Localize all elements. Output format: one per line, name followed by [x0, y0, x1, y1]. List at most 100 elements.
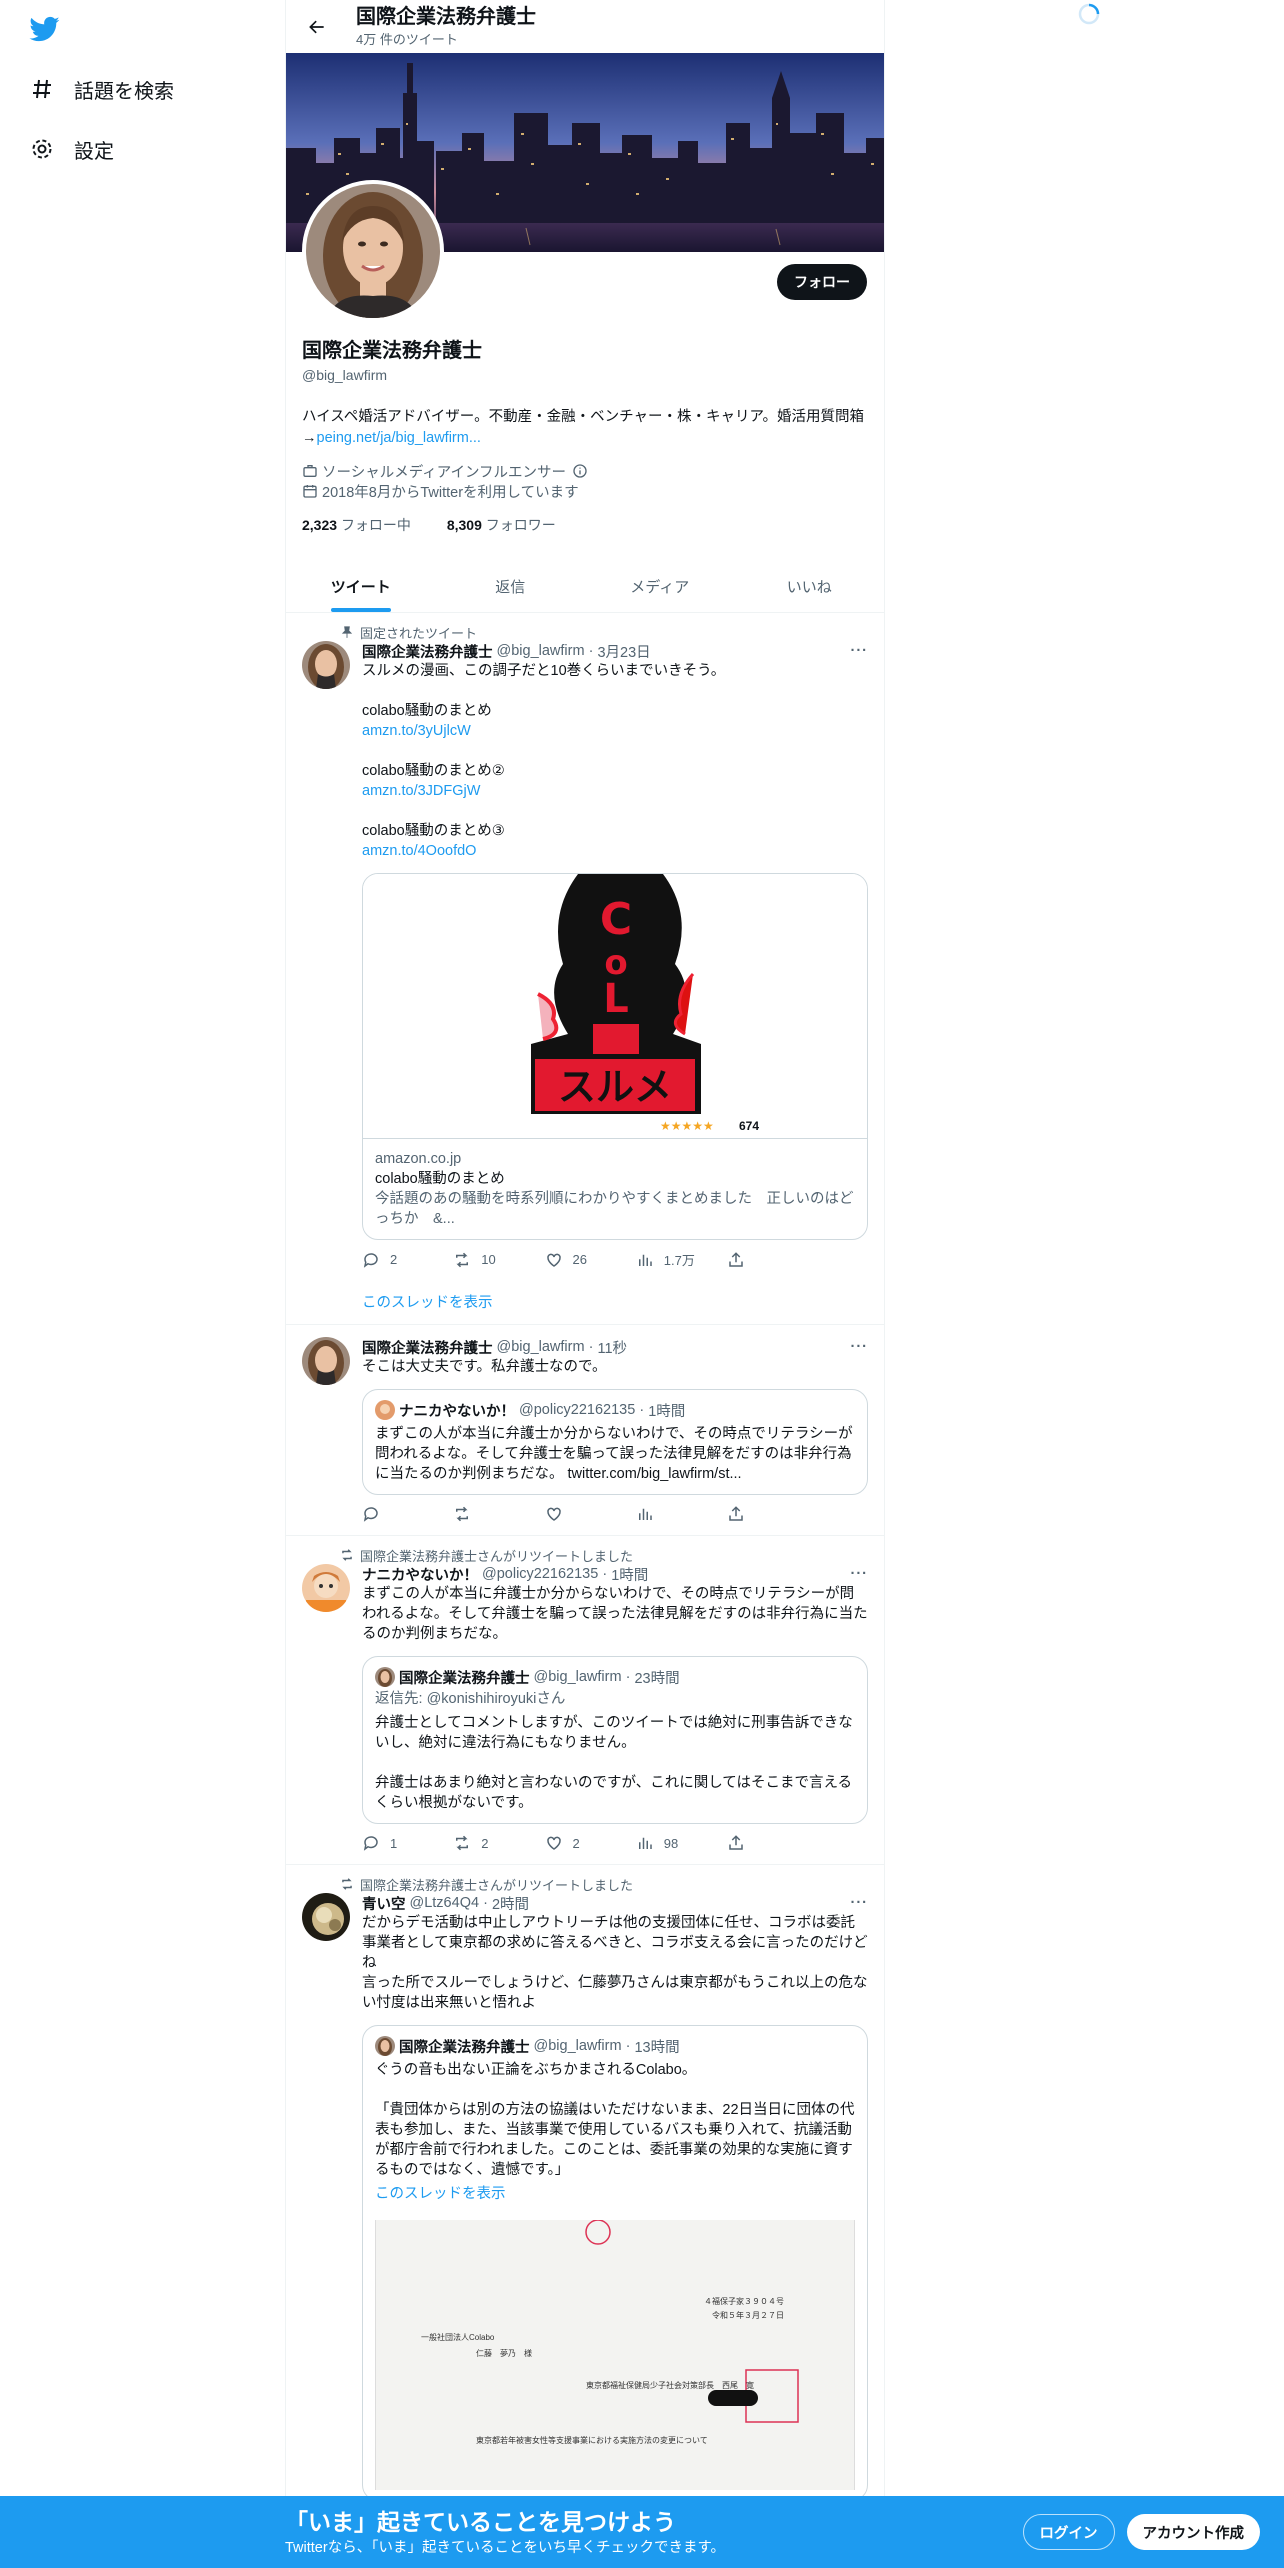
info-icon[interactable] — [572, 463, 588, 479]
more-icon[interactable]: ··· — [851, 643, 869, 659]
profile-tabs: ツイート 返信 メディア いいね — [286, 561, 884, 613]
reply-count: 2 — [390, 1252, 398, 1267]
profile-name: 国際企業法務弁護士 — [302, 340, 482, 362]
tweet-time[interactable]: 1時間 — [611, 1564, 648, 1585]
view-count: 1.7万 — [663, 1253, 695, 1268]
profile-joined: 2018年8月からTwitterを利用しています — [322, 484, 579, 501]
card-description: 今話題のあの騒動を時系列順にわかりやすくまとめました 正しいのはどっちか &..… — [375, 1191, 854, 1227]
quoted-author-name: 国際企業法務弁護士 — [399, 2039, 530, 2056]
share-button[interactable] — [727, 1834, 787, 1852]
nav-explore[interactable]: 話題を検索 — [28, 60, 285, 118]
quoted-time: 1時間 — [648, 1403, 686, 1420]
author-name[interactable]: 青い空 — [362, 1893, 406, 1914]
heart-icon — [546, 1253, 561, 1267]
heart-icon — [546, 1836, 561, 1850]
tab-replies[interactable]: 返信 — [436, 561, 586, 612]
svg-text:★★★★★: ★★★★★ — [660, 1119, 714, 1133]
author-handle[interactable]: @big_lawfirm — [497, 1339, 585, 1355]
tweet-4[interactable]: 国際企業法務弁護士さんがリツイートしました 青い空 @Ltz64Q4 · 2時間… — [286, 1865, 884, 2513]
bio-link[interactable]: peing.net/ja/big_lawfirm... — [317, 430, 481, 446]
author-name[interactable]: 国際企業法務弁護士 — [362, 1337, 493, 1358]
like-button[interactable]: 26 — [545, 1250, 605, 1269]
show-thread-link[interactable]: このスレッドを表示 — [375, 2186, 506, 2202]
author-handle[interactable]: @big_lawfirm — [497, 643, 585, 659]
tweet-time[interactable]: 11秒 — [597, 1337, 627, 1358]
like-button[interactable]: 2 — [545, 1834, 605, 1852]
quoted-tweet[interactable]: ナニカやないか！ @policy22162135 · 1時間 まずこの人が本当に… — [362, 1389, 868, 1495]
like-button[interactable] — [545, 1505, 605, 1523]
share-button[interactable] — [727, 1250, 787, 1269]
nav-settings[interactable]: 設定 — [28, 120, 285, 178]
tweet-text: そこは大丈夫です。私弁護士なので。 — [362, 1359, 607, 1375]
tweet-pinned[interactable]: 固定されたツイート 国際企業法務弁護士 @big_lawfirm · 3月23日… — [286, 613, 884, 1325]
retweet-count: 2 — [481, 1835, 489, 1851]
views-button[interactable]: 98 — [636, 1834, 696, 1852]
reply-button[interactable]: 2 — [362, 1250, 422, 1269]
avatar[interactable] — [302, 1337, 350, 1385]
profile-category: ソーシャルメディアインフルエンサー — [322, 464, 567, 481]
tweet-time[interactable]: 3月23日 — [597, 641, 650, 662]
tweet-2[interactable]: 国際企業法務弁護士 @big_lawfirm · 11秒 ··· そこは大丈夫で… — [286, 1325, 884, 1536]
quoted-author-name: 国際企業法務弁護士 — [399, 1670, 530, 1687]
more-icon[interactable]: ··· — [851, 1895, 869, 1911]
share-button[interactable] — [727, 1505, 787, 1523]
followers-link[interactable]: 8,309 フォロワー — [447, 517, 572, 533]
quoted-tweet[interactable]: 国際企業法務弁護士 @big_lawfirm · 23時間 返信先: @koni… — [362, 1656, 868, 1824]
context-label[interactable]: 国際企業法務弁護士さんがリツイートしました — [360, 1875, 633, 1894]
followers-count: 8,309 — [446, 517, 482, 533]
avatar[interactable] — [302, 1564, 350, 1612]
card-domain: amazon.co.jp — [375, 1151, 462, 1167]
quoted-author-name: ナニカやないか！ — [399, 1403, 515, 1420]
reply-to: @konishihiroyukiさん — [426, 1691, 566, 1707]
quoted-tweet[interactable]: 国際企業法務弁護士 @big_lawfirm · 13時間 ぐうの音も出ない正論… — [362, 2025, 868, 2501]
author-name[interactable]: ナニカやないか！ — [362, 1564, 478, 1585]
retweet-button[interactable]: 10 — [453, 1250, 513, 1269]
tweet-link[interactable]: amzn.to/4OoofdO — [362, 843, 476, 859]
context-label[interactable]: 国際企業法務弁護士さんがリツイートしました — [360, 1546, 633, 1565]
avatar[interactable] — [302, 1893, 350, 1941]
tweet-link[interactable]: amzn.to/3yUjlcW — [362, 723, 471, 739]
login-button[interactable]: ログイン — [1022, 2514, 1115, 2550]
reply-button[interactable]: 1 — [362, 1834, 422, 1852]
author-handle[interactable]: @Ltz64Q4 — [410, 1895, 480, 1911]
link-card[interactable]: C o L スルメ ★★★★★ 674 amazon.co.jp colabo騒… — [362, 873, 868, 1240]
tweet-line: colabo騒動のまとめ — [362, 703, 492, 719]
tweet-text: スルメの漫画、この調子だと10巻くらいまでいきそう。 — [362, 663, 726, 679]
briefcase-icon — [303, 465, 317, 477]
profile-avatar[interactable] — [302, 180, 444, 322]
tweet-3[interactable]: 国際企業法務弁護士さんがリツイートしました ナニカやないか！ @policy22… — [286, 1536, 884, 1865]
author-handle[interactable]: @policy22162135 — [482, 1566, 598, 1582]
tab-media[interactable]: メディア — [585, 561, 735, 612]
document-image[interactable]: ４福保子家３９０４号 令和５年３月２７日 一般社団法人Colabo 仁藤 夢乃 … — [375, 2220, 855, 2490]
views-button[interactable]: 1.7万 — [636, 1250, 696, 1269]
views-icon — [638, 1837, 652, 1849]
retweet-button[interactable] — [453, 1505, 513, 1523]
quoted-text: 弁護士としてコメントしますが、このツイートでは絶対に刑事告訴できないし、絶対に違… — [375, 1715, 853, 1811]
twitter-logo-icon[interactable] — [28, 14, 62, 44]
profile-header: 国際企業法務弁護士 4万 件のツイート — [286, 0, 884, 53]
tab-likes[interactable]: いいね — [735, 561, 885, 612]
views-button[interactable] — [636, 1505, 696, 1523]
following-count: 2,323 — [302, 517, 338, 533]
follow-button[interactable]: フォロー — [777, 264, 867, 300]
following-link[interactable]: 2,323 フォロー中 — [302, 517, 427, 533]
more-icon[interactable]: ··· — [851, 1566, 869, 1582]
reply-button[interactable] — [362, 1505, 422, 1523]
reply-count: 1 — [390, 1835, 398, 1851]
show-thread-link[interactable]: このスレッドを表示 — [362, 1295, 493, 1311]
tab-tweets[interactable]: ツイート — [286, 561, 436, 612]
back-button[interactable] — [300, 10, 334, 44]
more-icon[interactable]: ··· — [851, 1339, 869, 1355]
avatar — [375, 2036, 395, 2056]
retweet-button[interactable]: 2 — [453, 1834, 513, 1852]
reply-icon — [363, 1507, 378, 1522]
loading-spinner-icon — [1078, 3, 1100, 25]
author-name[interactable]: 国際企業法務弁護士 — [362, 641, 493, 662]
doc-number: ４福保子家３９０４号 — [704, 2297, 784, 2306]
tweet-time[interactable]: 2時間 — [492, 1893, 529, 1914]
tweet-link[interactable]: amzn.to/3JDFGjW — [362, 783, 480, 799]
avatar[interactable] — [302, 641, 350, 689]
signup-button[interactable]: アカウント作成 — [1126, 2514, 1260, 2550]
nav-settings-label: 設定 — [74, 140, 114, 163]
doc-date: 令和５年３月２７日 — [712, 2311, 784, 2320]
